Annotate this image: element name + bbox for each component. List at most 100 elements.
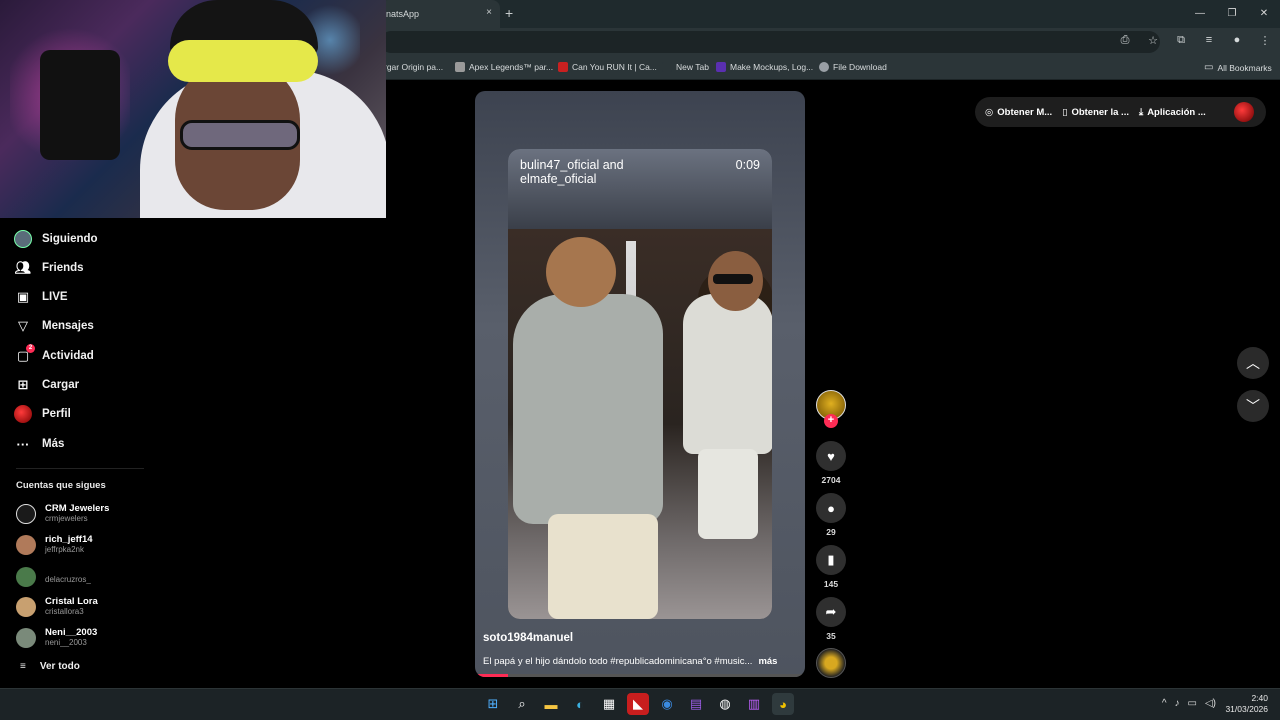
edge-icon[interactable]: ◐ — [569, 693, 591, 715]
share-icon[interactable]: ➦ — [816, 597, 846, 627]
extensions-icon[interactable]: ⧉ — [1174, 34, 1188, 47]
scene-sunglasses — [713, 274, 753, 284]
cyri-icon — [558, 62, 568, 72]
more-link[interactable]: más — [758, 656, 777, 667]
music-disc-icon[interactable] — [816, 648, 846, 678]
speaker-icon[interactable]: ◁) — [1205, 698, 1216, 709]
chevron-up-icon[interactable]: ^ — [1162, 698, 1167, 709]
previous-video-button[interactable]: ︿ — [1237, 347, 1269, 379]
chrome-icon[interactable]: ◕ — [772, 693, 794, 715]
taskbar-apps: ⊞ ⌕ ▬ ◐ ▦ ◣ ◉ ▤ ◍ ▥ ◕ — [482, 693, 794, 715]
windows-start-icon[interactable]: ⊞ — [482, 693, 504, 715]
sidebar-item-live[interactable]: ▣ LIVE — [14, 288, 68, 306]
followed-account[interactable]: delacruzros_ — [16, 567, 91, 587]
game-icon[interactable]: ◉ — [656, 693, 678, 715]
share-count: 35 — [826, 631, 836, 641]
video-progress-bar[interactable] — [475, 674, 805, 677]
media-icon[interactable]: ≡ — [1202, 34, 1216, 47]
description-text: El papá y el hijo dándolo todo #republic… — [483, 656, 753, 667]
file-explorer-icon[interactable]: ▬ — [540, 693, 562, 715]
display-icon[interactable]: ▭ — [1188, 698, 1197, 709]
desktop-app-button[interactable]: ⤓ Aplicación ... — [1139, 107, 1206, 118]
placeit-icon — [716, 62, 726, 72]
save-count: 145 — [823, 579, 839, 589]
activity-icon: ▢ 2 — [14, 344, 35, 365]
system-clock[interactable]: 2:40 31/03/2026 — [1225, 693, 1268, 715]
see-all-label: Ver todo — [39, 661, 80, 672]
all-bookmarks-button[interactable]: ▭ All Bookmarks — [1204, 62, 1272, 73]
bookmark-label: Can You RUN It | Ca... — [572, 62, 657, 72]
followed-account[interactable]: Cristal Lora cristallora3 — [16, 596, 98, 617]
sidebar-item-label: Actividad — [42, 350, 94, 362]
user-avatar[interactable] — [1234, 102, 1254, 122]
sidebar-item-perfil[interactable]: Perfil — [14, 405, 71, 423]
video-duration: 0:09 — [735, 158, 760, 172]
video-card[interactable]: bulin47_oficial and elmafe_oficial 0:09 … — [475, 91, 805, 677]
phone-icon: ▯ — [1062, 106, 1068, 118]
video-description: El papá y el hijo dándolo todo #republic… — [483, 656, 777, 667]
comment-action: ● 29 — [816, 493, 846, 537]
clock-time: 2:40 — [1251, 693, 1268, 703]
scene-person — [546, 237, 616, 307]
microphone-icon[interactable]: ♪ — [1175, 698, 1180, 709]
webcam-microphone — [40, 50, 120, 160]
sidebar-item-friends[interactable]: 👥︎ Friends — [14, 259, 84, 277]
amd-icon[interactable]: ◣ — [627, 693, 649, 715]
bookmark-item[interactable]: Can You RUN It | Ca... — [558, 62, 657, 72]
follow-plus-icon[interactable]: + — [824, 414, 838, 428]
share-action: ➦ 35 — [816, 597, 846, 641]
sidebar-item-label: Perfil — [42, 408, 71, 420]
followed-account[interactable]: Neni__2003 neni__2003 — [16, 627, 97, 648]
account-avatar — [16, 627, 36, 648]
winrar-icon[interactable]: ▥ — [743, 693, 765, 715]
sidebar-item-mensajes[interactable]: ▽ Mensajes — [14, 317, 94, 335]
sidebar-item-cargar[interactable]: ⊞ Cargar — [14, 376, 80, 394]
account-avatar — [16, 503, 36, 524]
minimize-button[interactable]: — — [1184, 0, 1216, 28]
browser-tab[interactable]: natsApp × — [380, 0, 500, 28]
twitch-icon[interactable]: ▤ — [685, 693, 707, 715]
bookmark-item[interactable]: Make Mockups, Log... — [716, 62, 813, 72]
get-app-pill: ◎ Obtener M... ▯ Obtener la ... ⤓ Aplicació… — [975, 97, 1266, 127]
bookmark-item[interactable]: rgar Origin pa... — [384, 62, 443, 72]
url-input[interactable] — [380, 31, 1160, 53]
scene-person — [548, 514, 658, 619]
bookmark-item[interactable]: Apex Legends™ par... — [455, 62, 553, 72]
close-window-button[interactable]: ✕ — [1248, 0, 1280, 28]
comment-icon[interactable]: ● — [816, 493, 846, 523]
video-author[interactable]: soto1984manuel — [483, 632, 573, 644]
bookmark-item[interactable]: New Tab — [662, 62, 709, 72]
heart-icon[interactable]: ♥ — [816, 441, 846, 471]
store-icon[interactable]: ▦ — [598, 693, 620, 715]
sidebar-item-label: Friends — [42, 262, 84, 274]
install-icon[interactable]: ⎙ — [1118, 34, 1132, 47]
account-name: rich_jeff14 — [45, 534, 93, 545]
video-player[interactable]: bulin47_oficial and elmafe_oficial 0:09 — [508, 149, 772, 619]
sidebar-divider — [16, 468, 144, 469]
sidebar-item-mas[interactable]: ··· Más — [14, 435, 65, 453]
followed-account[interactable]: CRM Jewelers crmjewelers — [16, 503, 109, 524]
profile-icon[interactable]: ● — [1230, 34, 1244, 47]
globe-icon — [819, 62, 829, 72]
bookmark-item[interactable]: File Download — [819, 62, 887, 72]
next-video-button[interactable]: ﹀ — [1237, 390, 1269, 422]
sidebar-item-siguiendo[interactable]: Siguiendo — [14, 230, 98, 248]
get-app-button[interactable]: ▯ Obtener la ... — [1062, 107, 1129, 118]
live-icon: ▣ — [16, 289, 30, 304]
menu-icon[interactable]: ⋮ — [1258, 34, 1272, 47]
account-handle: crmjewelers — [45, 514, 88, 523]
sidebar-item-label: Mensajes — [42, 320, 94, 332]
tab-close-icon[interactable]: × — [486, 7, 492, 18]
restore-button[interactable]: ❐ — [1216, 0, 1248, 28]
search-icon[interactable]: ⌕ — [511, 693, 533, 715]
profile-avatar-icon — [14, 405, 32, 423]
get-coins-button[interactable]: ◎ Obtener M... — [985, 107, 1052, 118]
new-tab-button[interactable]: + — [505, 5, 513, 21]
bookmark-icon[interactable]: ▮ — [816, 545, 846, 575]
account-name: Neni__2003 — [45, 627, 98, 638]
followed-account[interactable]: rich_jeff14 jeffrpka2nk — [16, 534, 93, 555]
star-icon[interactable]: ☆ — [1146, 34, 1160, 47]
sidebar-item-actividad[interactable]: ▢ 2 Actividad — [14, 344, 94, 365]
see-all-button[interactable]: ≡ Ver todo — [20, 661, 80, 672]
steam-icon[interactable]: ◍ — [714, 693, 736, 715]
